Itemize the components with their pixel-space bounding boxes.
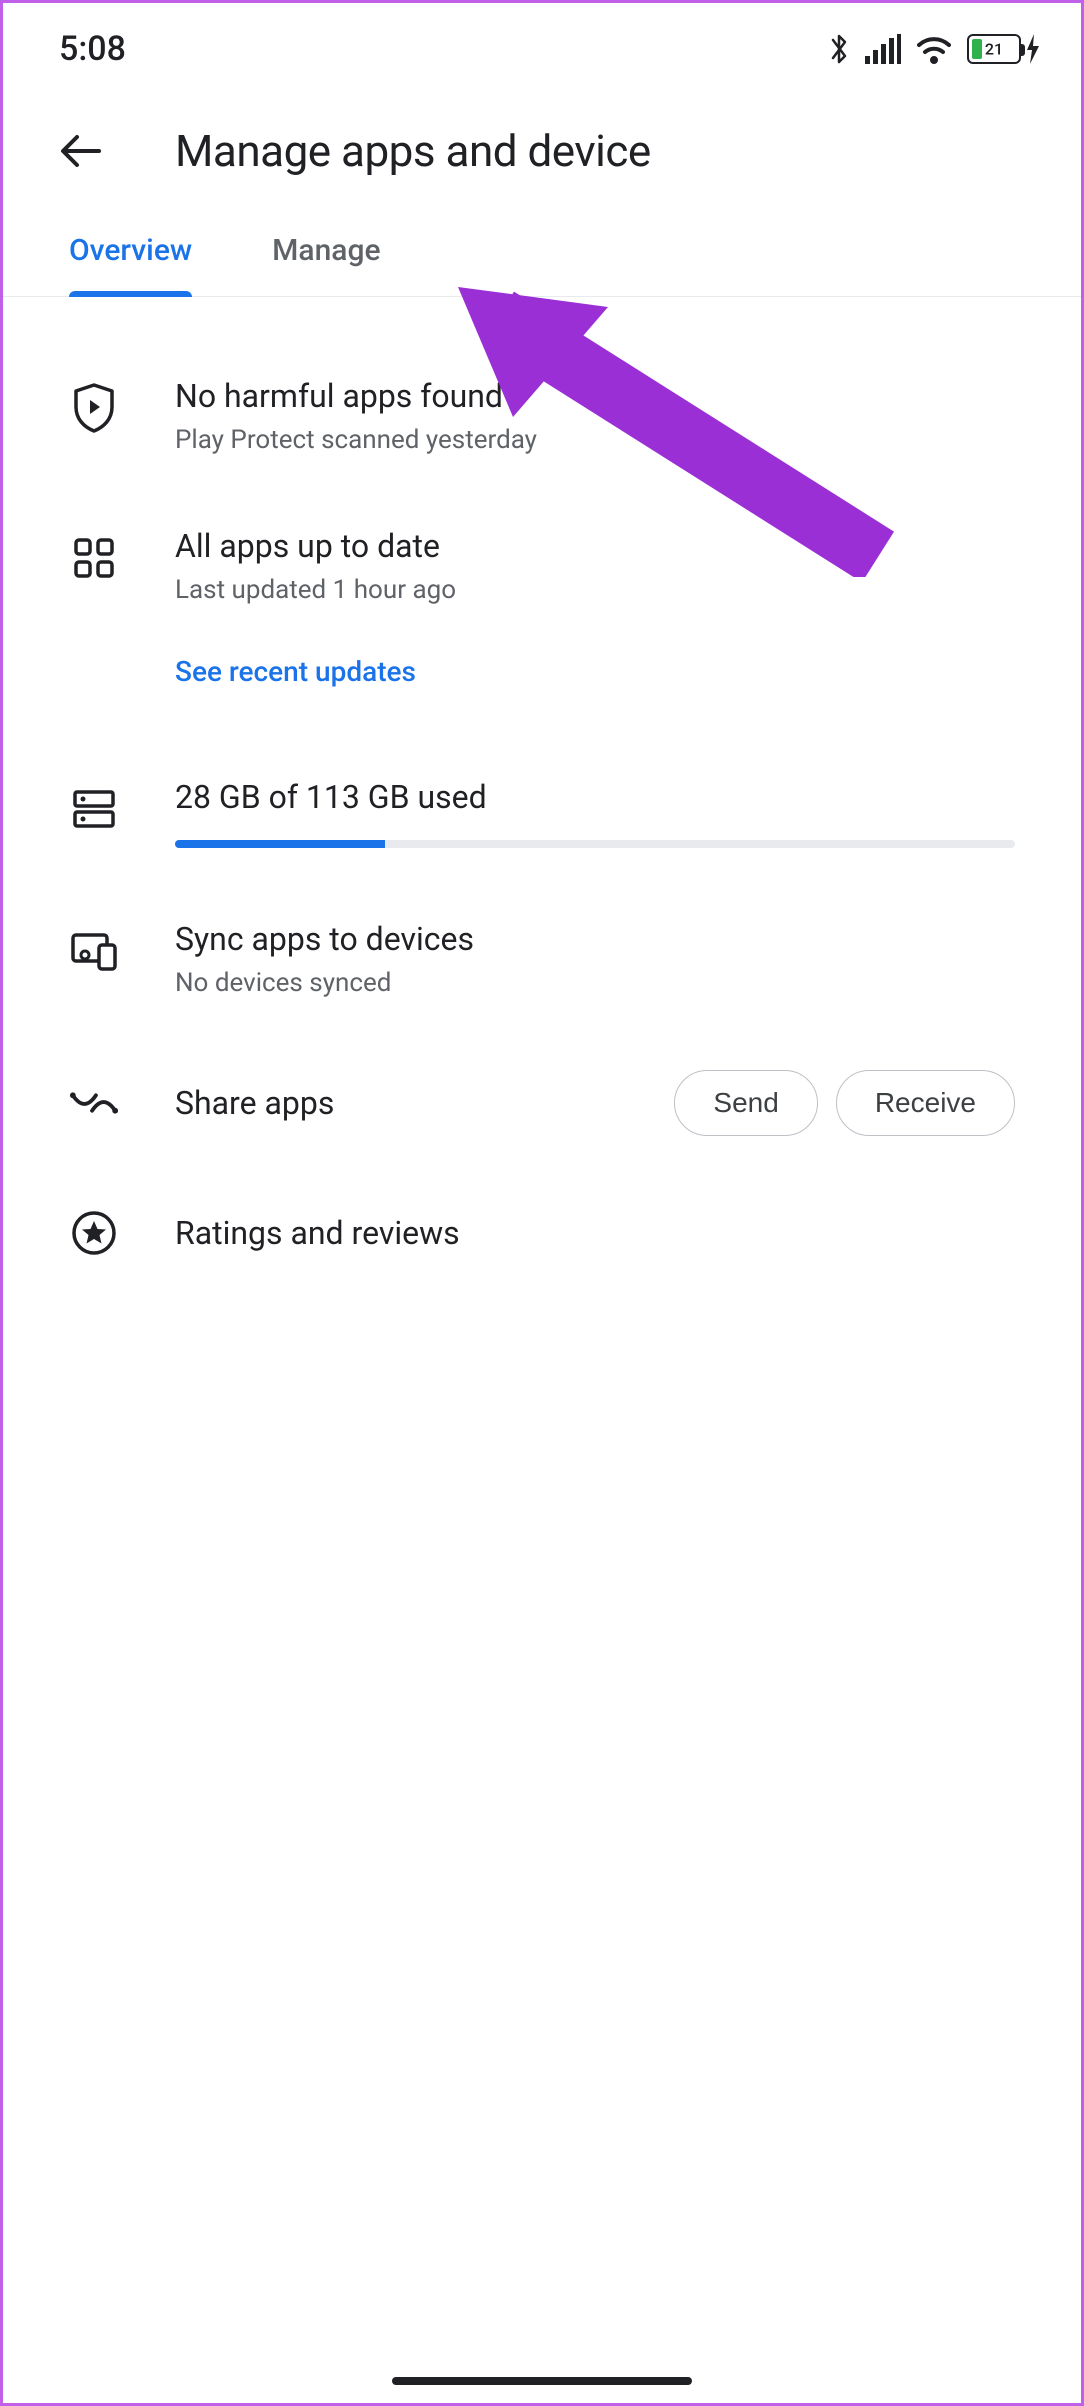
status-bar: 5:08 21	[3, 3, 1081, 87]
sync-title: Sync apps to devices	[175, 920, 1015, 958]
updates-title: All apps up to date	[175, 527, 1015, 565]
battery-indicator: 21	[967, 34, 1041, 64]
arrow-left-icon	[59, 128, 105, 174]
ratings-title: Ratings and reviews	[175, 1214, 460, 1252]
row-updates[interactable]: All apps up to date Last updated 1 hour …	[69, 527, 1015, 688]
row-ratings[interactable]: Ratings and reviews	[69, 1208, 1015, 1258]
devices-icon	[69, 926, 119, 976]
row-share: Share apps Send Receive	[69, 1070, 1015, 1136]
storage-title: 28 GB of 113 GB used	[175, 778, 1015, 816]
gesture-bar[interactable]	[392, 2377, 692, 2385]
updates-sub: Last updated 1 hour ago	[175, 575, 1015, 605]
see-recent-updates-link[interactable]: See recent updates	[175, 655, 1015, 688]
tabs: Overview Manage	[3, 197, 1081, 297]
back-button[interactable]	[57, 126, 107, 176]
status-time: 5:08	[59, 29, 126, 69]
row-play-protect[interactable]: No harmful apps found Play Protect scann…	[69, 377, 1015, 455]
content: No harmful apps found Play Protect scann…	[3, 297, 1081, 1258]
share-title: Share apps	[175, 1084, 334, 1122]
star-circle-icon	[69, 1208, 119, 1258]
wifi-icon	[915, 34, 953, 64]
send-button[interactable]: Send	[674, 1070, 817, 1136]
tab-overview[interactable]: Overview	[69, 233, 192, 296]
row-storage[interactable]: 28 GB of 113 GB used	[69, 778, 1015, 848]
protect-title: No harmful apps found	[175, 377, 1015, 415]
bluetooth-icon	[827, 32, 851, 66]
row-sync[interactable]: Sync apps to devices No devices synced	[69, 920, 1015, 998]
status-right: 21	[827, 32, 1041, 66]
protect-sub: Play Protect scanned yesterday	[175, 425, 1015, 455]
tab-manage[interactable]: Manage	[272, 233, 380, 296]
charging-icon	[1025, 34, 1041, 64]
battery-percent: 21	[985, 40, 1003, 59]
sync-sub: No devices synced	[175, 968, 1015, 998]
shield-play-icon	[69, 383, 119, 433]
receive-button[interactable]: Receive	[836, 1070, 1015, 1136]
page-title: Manage apps and device	[175, 125, 651, 177]
storage-icon	[69, 784, 119, 834]
apps-grid-icon	[69, 533, 119, 583]
nearby-share-icon	[69, 1078, 119, 1128]
cellular-icon	[865, 34, 901, 64]
storage-progress	[175, 840, 1015, 848]
header: Manage apps and device	[3, 87, 1081, 197]
